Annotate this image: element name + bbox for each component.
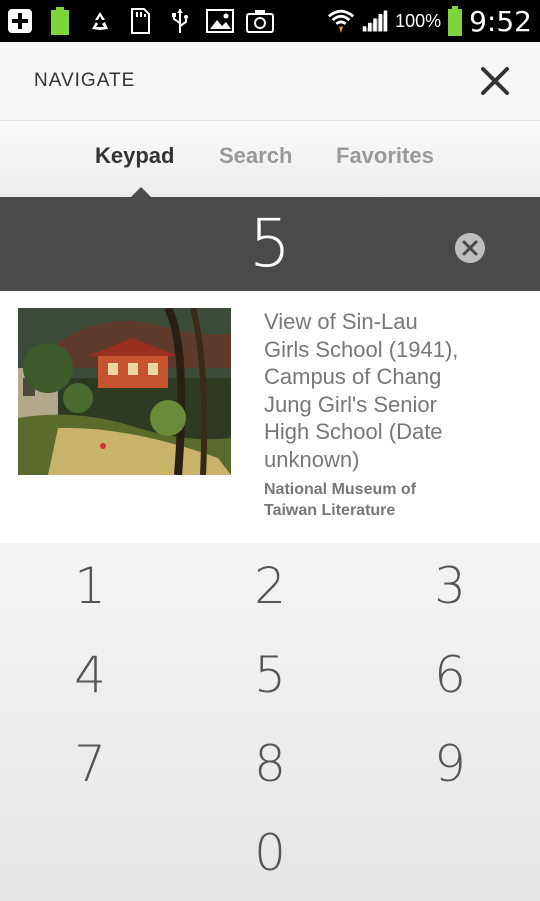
tab-search[interactable]: Search <box>219 143 292 169</box>
key-5[interactable]: 5 <box>210 640 330 710</box>
artwork-title: View of Sin-Lau Girls School (1941), Cam… <box>264 308 524 473</box>
title-line: Jung Girl's Senior <box>264 391 437 417</box>
clear-icon <box>455 233 485 263</box>
navigate-header: NAVIGATE <box>0 42 540 121</box>
key-8[interactable]: 8 <box>210 729 330 799</box>
title-line: High School (Date <box>264 419 443 444</box>
image-icon <box>206 7 234 35</box>
status-bar: 100% 9:52 <box>0 0 540 42</box>
artwork-location: National Museum of Taiwan Literature <box>264 479 524 521</box>
location-line: Taiwan Literature <box>264 502 396 519</box>
clear-button[interactable] <box>454 232 486 269</box>
plus-icon <box>6 7 34 35</box>
key-3[interactable]: 3 <box>390 551 510 621</box>
sd-card-icon <box>126 7 154 35</box>
title-line: Girls School (1941), <box>264 336 459 362</box>
title-line: View of Sin-Lau <box>264 309 418 334</box>
status-right-icons: 100% 9:52 <box>327 0 532 42</box>
active-tab-indicator <box>131 187 151 197</box>
result-item[interactable]: View of Sin-Lau Girls School (1941), Cam… <box>0 291 540 543</box>
close-button[interactable] <box>480 66 510 96</box>
key-0[interactable]: 0 <box>210 818 330 888</box>
tab-favorites[interactable]: Favorites <box>336 143 434 169</box>
key-7[interactable]: 7 <box>30 729 150 799</box>
status-left-icons <box>0 7 274 35</box>
key-2[interactable]: 2 <box>210 551 330 621</box>
camera-icon <box>246 7 274 35</box>
battery-percent: 100% <box>395 10 442 31</box>
artwork-thumbnail <box>18 308 231 475</box>
location-line: National Museum of <box>264 481 417 498</box>
tab-keypad[interactable]: Keypad <box>95 143 174 169</box>
battery-small-icon <box>46 7 74 35</box>
key-1[interactable]: 1 <box>30 551 150 621</box>
clock-time: 9:52 <box>469 4 532 38</box>
close-icon <box>481 67 509 95</box>
recycle-icon <box>86 7 114 35</box>
key-4[interactable]: 4 <box>30 640 150 710</box>
signal-icon <box>361 7 389 35</box>
key-6[interactable]: 6 <box>390 640 510 710</box>
page-title: NAVIGATE <box>34 70 136 91</box>
title-line: Campus of Chang <box>264 364 442 389</box>
tab-bar: Keypad Search Favorites <box>0 121 540 197</box>
keypad: 1 2 3 4 5 6 7 8 9 0 <box>0 543 540 901</box>
title-line: unknown) <box>264 446 360 472</box>
wifi-icon <box>327 7 355 35</box>
usb-icon <box>166 7 194 35</box>
key-9[interactable]: 9 <box>390 729 510 799</box>
battery-icon <box>447 6 463 36</box>
